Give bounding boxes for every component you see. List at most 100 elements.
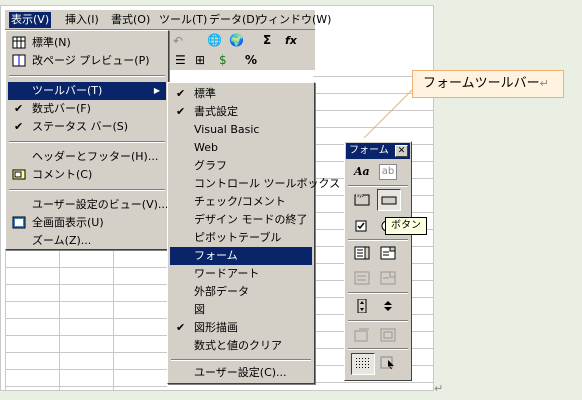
toggle-grid-button[interactable] <box>351 353 375 375</box>
toolbar-item-label: グラフ <box>194 159 227 172</box>
view-menu-status-bar-label: ステータス バー(S) <box>32 120 129 133</box>
combination-list-edit-button[interactable] <box>351 268 373 288</box>
view-menu-full-screen[interactable]: 全画面表示(U) <box>8 214 166 232</box>
combination-dropdown-edit-icon <box>380 271 396 285</box>
toolbar-item-label: コントロール ツールボックス <box>194 177 341 190</box>
toolbar-item-label: ワードアート <box>194 267 260 280</box>
toolbar-item-chart[interactable]: グラフ <box>170 157 312 175</box>
toolbar-item-wordart[interactable]: ワードアート <box>170 265 312 283</box>
menu-data[interactable]: データ(D) <box>207 12 261 28</box>
check-icon: ✔ <box>14 102 24 115</box>
menu-window[interactable]: ウィンドウ(W) <box>255 12 333 28</box>
edit-code-icon <box>380 328 396 342</box>
check-box-icon <box>355 220 367 232</box>
function-icon[interactable]: fx <box>285 34 297 47</box>
callout-pointer <box>363 87 415 139</box>
check-icon: ✔ <box>14 120 24 133</box>
callout-text: フォームツールバー <box>423 76 540 91</box>
list-box-button[interactable] <box>351 243 373 263</box>
control-properties-icon <box>354 328 369 342</box>
menu-view[interactable]: 表示(V) <box>9 12 52 28</box>
spinner-button[interactable] <box>377 296 399 316</box>
toolbar-item-label: 数式と値のクリア <box>194 339 282 352</box>
toolbar-item-picture[interactable]: 図 <box>170 301 312 319</box>
view-menu-full-screen-label: 全画面表示(U) <box>32 216 104 229</box>
toolbar-item-customize[interactable]: ユーザー設定(C)... <box>170 364 312 382</box>
toolbar-item-clear-formulas[interactable]: 数式と値のクリア <box>170 337 312 355</box>
view-menu-status-bar[interactable]: ✔ ステータス バー(S) <box>8 118 166 136</box>
group-box-icon: xyz <box>354 193 370 206</box>
toolbar-item-exit-design[interactable]: デザイン モードの終了 <box>170 211 312 229</box>
paragraph-mark-icon: ↵ <box>434 382 444 395</box>
toolbar-item-label: ピボットテーブル <box>194 231 282 244</box>
toolbar-item-formatting[interactable]: ✔ 書式設定 <box>170 103 312 121</box>
label-icon: Aa <box>354 165 370 178</box>
currency-icon[interactable]: $ <box>219 53 227 67</box>
view-menu-header-footer[interactable]: ヘッダーとフッター(H)... <box>8 148 166 166</box>
toolbar-item-control-toolbox[interactable]: コントロール ツールボックス <box>170 175 340 193</box>
merge-center-icon[interactable]: ⊞ <box>195 53 205 67</box>
menu-format[interactable]: 書式(O) <box>109 12 152 28</box>
combo-box-button[interactable] <box>377 243 399 263</box>
toolbar-item-label: 外部データ <box>194 285 249 298</box>
toolbar-item-label: フォーム <box>194 249 238 262</box>
edit-box-icon: ab <box>379 164 397 180</box>
menu-separator <box>9 75 165 77</box>
toolbar-item-label: 標準 <box>194 87 216 100</box>
toolbar-separator <box>348 185 408 187</box>
hyperlink-icon[interactable]: 🌍 <box>229 33 244 47</box>
toolbar-item-label: 図 <box>194 303 205 316</box>
toolbar-item-visual-basic[interactable]: Visual Basic <box>170 121 312 139</box>
view-menu-normal-label: 標準(N) <box>32 36 71 49</box>
view-menu-zoom[interactable]: ズーム(Z)... <box>8 232 166 250</box>
align-right-icon[interactable]: ☰ <box>175 53 186 67</box>
combination-dropdown-edit-button[interactable] <box>377 268 399 288</box>
view-menu-normal[interactable]: 標準(N) <box>8 34 166 52</box>
toolbar-item-label: 書式設定 <box>194 105 238 118</box>
menu-separator <box>9 189 165 191</box>
autosum-icon[interactable]: Σ <box>263 33 271 47</box>
worksheet-grid[interactable] <box>5 250 167 390</box>
toolbar-item-standard[interactable]: ✔ 標準 <box>170 85 312 103</box>
toolbar-item-label: Visual Basic <box>194 123 260 136</box>
menu-bar: 表示(V) 挿入(I) 書式(O) ツール(T) データ(D) ウィンドウ(W) <box>5 10 331 30</box>
button-tooltip: ボタン <box>385 217 427 235</box>
toolbar-item-label: ユーザー設定(C)... <box>194 366 287 379</box>
edit-box-button[interactable]: ab <box>377 162 399 182</box>
toolbar-item-label: デザイン モードの終了 <box>194 213 308 226</box>
scroll-bar-button[interactable] <box>351 296 373 316</box>
toolbar-item-label: チェック/コメント <box>194 195 286 208</box>
undo-icon[interactable]: ↶ <box>173 34 183 48</box>
edit-code-button[interactable] <box>377 325 399 345</box>
menu-separator <box>9 141 165 143</box>
toolbar-item-drawing[interactable]: ✔ 図形描画 <box>170 319 312 337</box>
menu-tools[interactable]: ツール(T) <box>157 12 209 28</box>
standard-toolbar: ↶ 🌐 🌍 Σ fx ☰ ⊞ $ % <box>167 30 315 70</box>
close-icon[interactable]: ✕ <box>395 145 408 157</box>
view-menu-comments[interactable]: コメント(C) <box>8 166 166 184</box>
check-box-button[interactable] <box>351 216 373 236</box>
web-globe-icon[interactable]: 🌐 <box>207 33 222 47</box>
percent-icon[interactable]: % <box>245 53 257 67</box>
toolbar-item-external-data[interactable]: 外部データ <box>170 283 312 301</box>
view-menu-formula-bar[interactable]: ✔ 数式バー(F) <box>8 100 166 118</box>
toolbar-item-reviewing[interactable]: チェック/コメント <box>170 193 312 211</box>
view-menu-page-break[interactable]: 改ページ プレビュー(P) <box>8 52 166 70</box>
view-menu-custom-views-label: ユーザー設定のビュー(V)... <box>32 198 169 211</box>
button-button[interactable] <box>377 189 401 211</box>
group-box-button[interactable]: xyz <box>351 189 373 209</box>
forms-toolbar-title-bar[interactable]: フォーム ✕ <box>346 143 410 159</box>
toolbar-item-web[interactable]: Web <box>170 139 312 157</box>
control-properties-button[interactable] <box>351 325 373 345</box>
toolbar-item-pivottable[interactable]: ピボットテーブル <box>170 229 312 247</box>
toolbars-submenu: ✔ 標準 ✔ 書式設定 Visual Basic Web グラフ コントロール ツー… <box>167 82 340 384</box>
view-menu-toolbars[interactable]: ツールバー(T) ▶ <box>8 82 166 100</box>
menu-insert[interactable]: 挿入(I) <box>63 12 101 28</box>
paragraph-mark-icon: ↵ <box>539 77 549 90</box>
toolbar-separator <box>348 239 408 241</box>
run-dialog-button[interactable] <box>377 353 399 373</box>
label-button[interactable]: Aa <box>351 162 373 182</box>
toolbar-item-forms[interactable]: フォーム <box>170 247 312 265</box>
button-icon <box>381 196 397 205</box>
view-menu-custom-views[interactable]: ユーザー設定のビュー(V)... <box>8 196 169 214</box>
